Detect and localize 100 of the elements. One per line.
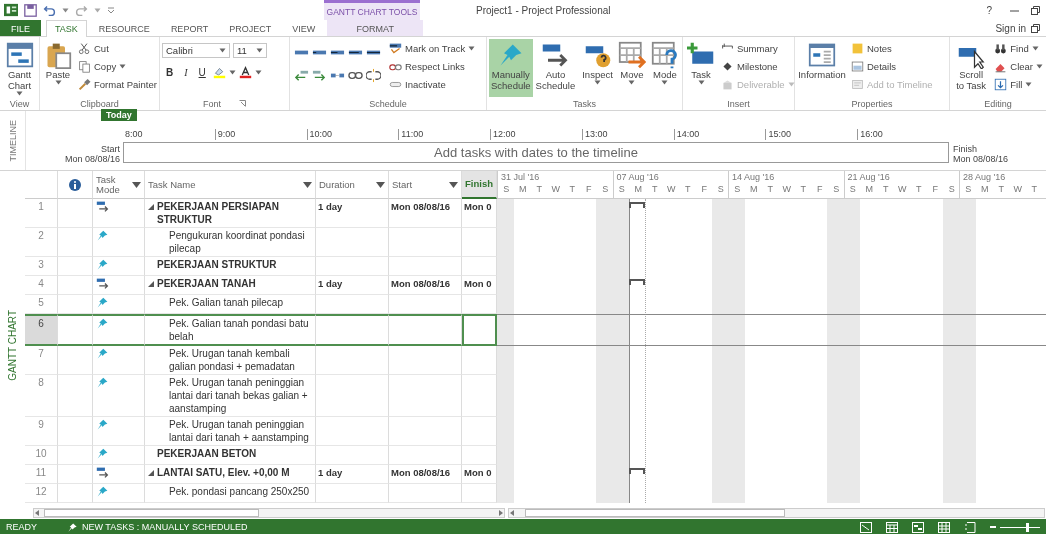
ribbon-button[interactable]: Copy (77, 58, 158, 75)
group-label: View (9, 99, 30, 109)
ribbon-button[interactable]: Fill (993, 76, 1044, 93)
row-number[interactable]: 4 (25, 276, 58, 295)
highlighter-icon[interactable] (212, 66, 226, 79)
table-cell: Mon 08/08/16 (389, 465, 462, 484)
ribbon-button[interactable]: Scroll to Task (952, 39, 991, 97)
ribbon-button[interactable]: Inspect (580, 39, 615, 97)
filter-caret-icon[interactable] (376, 181, 385, 188)
row-number[interactable]: 12 (25, 484, 58, 503)
ribbon-tab[interactable]: TASK (46, 20, 87, 37)
ribbon-tab[interactable]: REPORT (161, 20, 218, 36)
summary-bar[interactable] (629, 279, 645, 286)
scroll-right-icon[interactable] (498, 510, 504, 516)
caret-icon (62, 7, 69, 13)
timeline-bar[interactable]: Add tasks with dates to the timeline (123, 142, 949, 163)
row-number[interactable]: 11 (25, 465, 58, 484)
column-header[interactable] (58, 171, 93, 199)
ribbon-button[interactable]: Cut (77, 40, 158, 57)
row-number[interactable]: 2 (25, 228, 58, 257)
collapse-triangle-icon[interactable] (148, 281, 154, 287)
summary-bar[interactable] (629, 202, 645, 209)
collapse-triangle-icon[interactable] (148, 470, 154, 476)
hour-label: 10:00 (309, 129, 333, 139)
summary-bar[interactable] (629, 468, 645, 475)
report-view-icon[interactable] (964, 521, 976, 533)
filter-caret-icon[interactable] (449, 181, 458, 188)
row-number[interactable]: 1 (25, 199, 58, 228)
help-button[interactable]: ? (980, 3, 998, 17)
row-number[interactable]: 10 (25, 446, 58, 465)
day-label: T (568, 184, 576, 194)
ribbon-button[interactable]: Task (685, 39, 717, 97)
ribbon-button[interactable]: Respect Links (388, 58, 477, 75)
row-number[interactable]: 7 (25, 346, 58, 375)
ribbon-tab[interactable]: PROJECT (220, 20, 281, 36)
row-number[interactable]: 3 (25, 257, 58, 276)
scroll-left-icon[interactable] (34, 510, 40, 516)
ribbon-button[interactable]: Find (993, 40, 1044, 57)
new-tasks-mode-button[interactable]: NEW TASKS : MANUALLY SCHEDULED (67, 521, 248, 533)
restore-icon[interactable] (1031, 23, 1040, 33)
customize-icon[interactable] (107, 6, 115, 14)
ribbon-button[interactable]: Manually Schedule (489, 39, 533, 97)
ribbon-button[interactable]: Mode (648, 39, 681, 97)
save-icon[interactable] (24, 3, 37, 17)
font-color-icon[interactable] (238, 66, 252, 79)
ribbon-button[interactable]: Format Painter (77, 76, 158, 93)
font-style-button[interactable]: B (162, 66, 178, 79)
bar-arrow-icon (96, 277, 109, 290)
gantt-view-icon[interactable] (912, 521, 924, 533)
unlink-icon[interactable] (366, 68, 381, 83)
ribbon-tab[interactable]: RESOURCE (89, 20, 159, 36)
diamond-icon (721, 60, 734, 73)
ribbon-tab[interactable]: FORMAT (327, 20, 424, 36)
ribbon-button[interactable]: Gantt Chart (2, 39, 37, 98)
outdent-arrow-icon[interactable] (294, 68, 309, 83)
ribbon-button[interactable]: Summary (720, 40, 796, 57)
ribbon-button[interactable]: Inactivate (388, 76, 477, 93)
restore-icon[interactable] (1031, 5, 1040, 15)
ribbon-button[interactable]: Milestone (720, 58, 796, 75)
table-cell: Mon 0 (462, 276, 497, 295)
font-style-button[interactable]: I (180, 66, 192, 79)
day-label: M (980, 184, 990, 194)
table-cell: Mon 0 (462, 199, 497, 228)
binoculars-icon (994, 42, 1008, 55)
filter-caret-icon[interactable] (303, 181, 312, 188)
view-shortcut-icon[interactable] (860, 521, 872, 533)
undo-icon[interactable] (43, 3, 56, 17)
row-number[interactable]: 9 (25, 417, 58, 446)
calendar-icon[interactable] (886, 521, 898, 533)
ribbon-button[interactable]: Mark on Track (388, 40, 477, 57)
column-header[interactable]: Task Mode (93, 171, 145, 199)
column-header[interactable]: Finish (462, 171, 497, 199)
column-header[interactable]: Duration (316, 171, 389, 199)
ribbon-button[interactable]: Clear (993, 58, 1044, 75)
filter-caret-icon[interactable] (132, 181, 141, 188)
ribbon-button[interactable]: Auto Schedule (533, 39, 578, 97)
ribbon-button[interactable]: Notes (850, 40, 934, 57)
table-cell (462, 228, 497, 257)
font-style-button[interactable]: U (194, 66, 210, 79)
ribbon-tab[interactable]: FILE (0, 20, 41, 36)
ribbon-button[interactable]: Move (615, 39, 648, 97)
row-number[interactable]: 6 (25, 314, 58, 346)
column-header[interactable]: Task Name (145, 171, 316, 199)
horizontal-scrollbar[interactable] (33, 508, 505, 518)
horizontal-scrollbar[interactable] (508, 508, 1045, 518)
row-number[interactable]: 8 (25, 375, 58, 417)
collapse-triangle-icon[interactable] (148, 204, 154, 210)
ribbon-button[interactable]: Paste (42, 39, 74, 97)
task-name: PEKERJAAN STRUKTUR (157, 258, 277, 271)
sheet-view-icon[interactable] (938, 521, 950, 533)
scissors-icon (78, 42, 91, 55)
font-name-field[interactable]: Calibri (162, 43, 230, 58)
dialog-launcher-icon[interactable] (239, 100, 246, 107)
sign-in-link[interactable]: Sign in (995, 22, 1026, 34)
ribbon-button[interactable]: Information (797, 39, 847, 97)
font-size-field[interactable]: 11 (233, 43, 267, 58)
indent-arrow-icon[interactable] (312, 68, 327, 83)
ribbon-tab[interactable]: VIEW (283, 20, 325, 36)
ribbon-button[interactable]: Details (850, 58, 934, 75)
scroll-left-icon[interactable] (509, 510, 515, 516)
